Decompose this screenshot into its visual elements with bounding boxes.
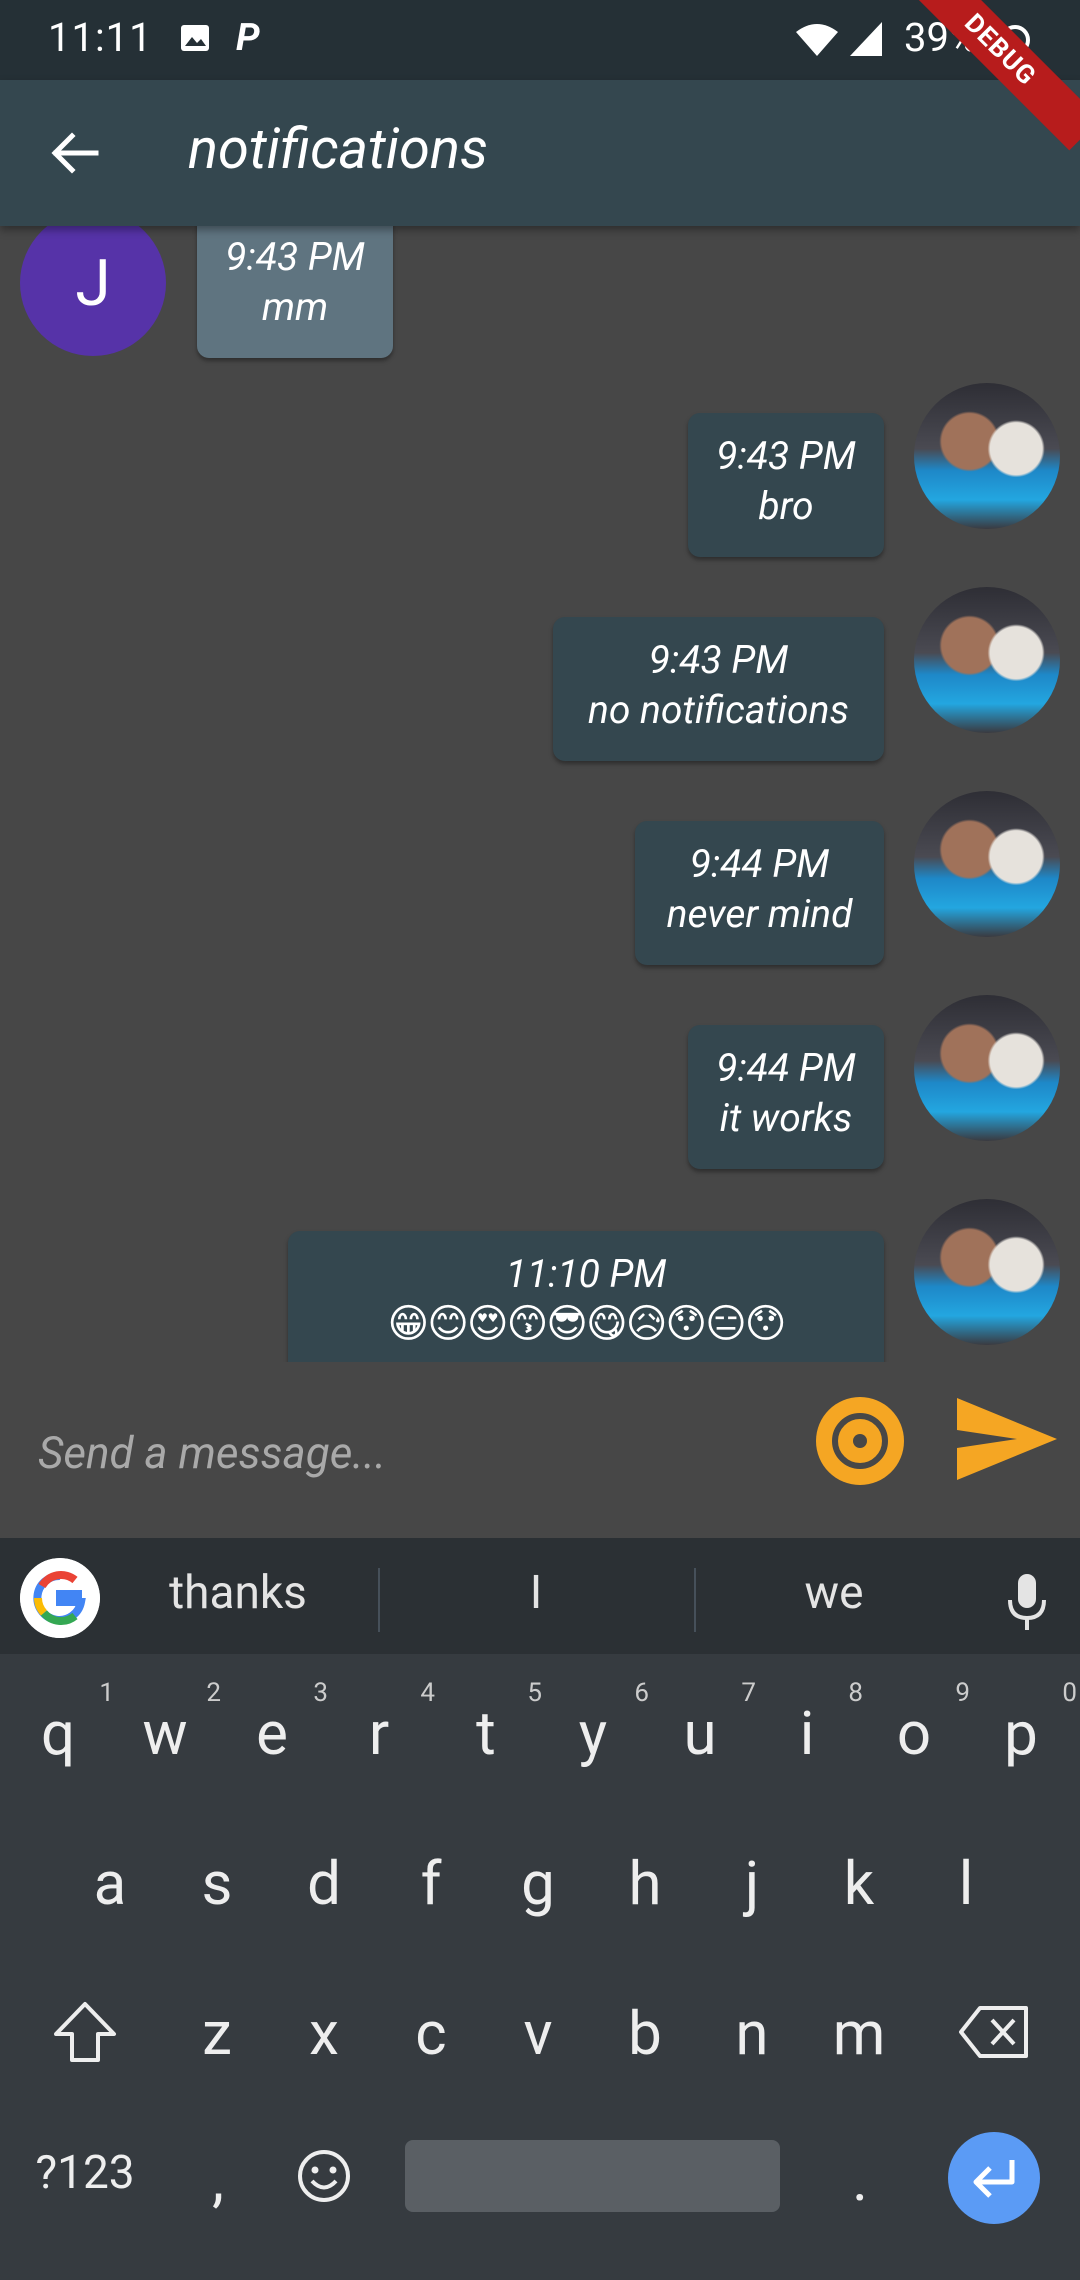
google-icon[interactable] [20,1558,100,1638]
enter-icon [973,2160,1015,2198]
key-e[interactable]: e3 [222,1678,328,1769]
backspace-icon[interactable] [958,2004,1030,2060]
keyboard: q1 w2 e3 r4 t5 y6 u7 i8 o9 p0 a s d f g … [0,1654,1080,2280]
key-u[interactable]: u7 [650,1678,756,1769]
message-time: 11:10 PM [505,1251,667,1297]
emoji-icon[interactable] [296,2148,352,2204]
symbols-key[interactable]: ?123 [20,2146,150,2200]
period-key[interactable]: . [810,2144,910,2215]
key-f[interactable]: f [381,1848,481,1919]
message-time: 9:43 PM [225,234,365,280]
microphone-icon[interactable] [1004,1572,1050,1632]
avatar[interactable] [914,383,1060,529]
key-d[interactable]: d [274,1848,374,1919]
status-bar: 11:11 P 39% [0,0,1080,80]
message-input[interactable] [36,1408,796,1498]
page-title: notifications [188,116,489,182]
message-text: 😁😊😍😙😎😋😥😯😑😯 [387,1300,787,1347]
record-button-icon[interactable] [815,1396,905,1486]
key-p[interactable]: p0 [971,1678,1077,1769]
suggestion-item[interactable]: we [784,1566,884,1620]
message-text: bro [758,483,814,529]
message-bubble[interactable]: 9:43 PM no notifications [553,617,884,761]
avatar[interactable] [914,995,1060,1141]
key-l[interactable]: l [916,1848,1016,1919]
message-time: 9:44 PM [689,841,830,887]
message-text: never mind [666,891,853,937]
message-text: mm [261,284,329,330]
suggestion-divider [694,1568,696,1632]
avatar[interactable]: J [20,226,166,356]
enter-key[interactable] [948,2132,1040,2224]
key-c[interactable]: c [381,1998,481,2069]
suggestion-divider [378,1568,380,1632]
key-g[interactable]: g [488,1848,588,1919]
key-q[interactable]: q1 [8,1678,114,1769]
message-time: 9:43 PM [716,433,856,479]
message-input-bar [0,1362,1080,1538]
avatar[interactable] [914,587,1060,733]
message-list[interactable]: J 9:43 PM mm 9:43 PM bro 9:43 PM no noti… [0,226,1080,1362]
key-z[interactable]: z [167,1998,267,2069]
image-notification-icon [181,25,209,51]
key-n[interactable]: n [702,1998,802,2069]
message-time: 9:43 PM [648,637,789,683]
back-arrow-icon[interactable] [40,118,110,188]
avatar[interactable] [914,1199,1060,1345]
app-bar: notifications [0,80,1080,226]
message-text: no notifications [587,687,849,733]
status-time: 11:11 [48,14,153,61]
message-bubble[interactable]: 9:43 PM bro [688,413,884,557]
key-s[interactable]: s [167,1848,267,1919]
message-bubble[interactable]: 9:43 PM mm [197,226,393,358]
key-o[interactable]: o9 [864,1678,970,1769]
key-w[interactable]: w2 [115,1678,221,1769]
key-t[interactable]: t5 [436,1678,542,1769]
message-text: it works [719,1095,853,1141]
message-time: 9:44 PM [716,1045,856,1091]
key-k[interactable]: k [809,1848,909,1919]
key-r[interactable]: r4 [329,1678,435,1769]
p-notification-icon: P [236,16,260,60]
send-icon[interactable] [955,1396,1059,1482]
avatar[interactable] [914,791,1060,937]
comma-key[interactable]: , [168,2144,268,2215]
suggestion-item[interactable]: thanks [148,1566,328,1620]
key-x[interactable]: x [274,1998,374,2069]
message-bubble[interactable]: 9:44 PM never mind [635,821,884,965]
message-bubble[interactable]: 11:10 PM 😁😊😍😙😎😋😥😯😑😯 [288,1231,884,1362]
key-h[interactable]: h [595,1848,695,1919]
wifi-icon [796,24,838,56]
key-y[interactable]: y6 [543,1678,649,1769]
key-b[interactable]: b [595,1998,695,2069]
suggestion-item[interactable]: I [486,1566,586,1620]
message-bubble[interactable]: 9:44 PM it works [688,1025,884,1169]
shift-icon[interactable] [52,2000,118,2064]
key-a[interactable]: a [60,1848,160,1919]
key-i[interactable]: i8 [757,1678,863,1769]
key-j[interactable]: j [702,1848,802,1919]
key-v[interactable]: v [488,1998,588,2069]
key-m[interactable]: m [809,1998,909,2069]
signal-icon [850,22,882,56]
keyboard-suggestion-bar: thanks I we [0,1538,1080,1654]
space-key[interactable] [405,2140,780,2212]
